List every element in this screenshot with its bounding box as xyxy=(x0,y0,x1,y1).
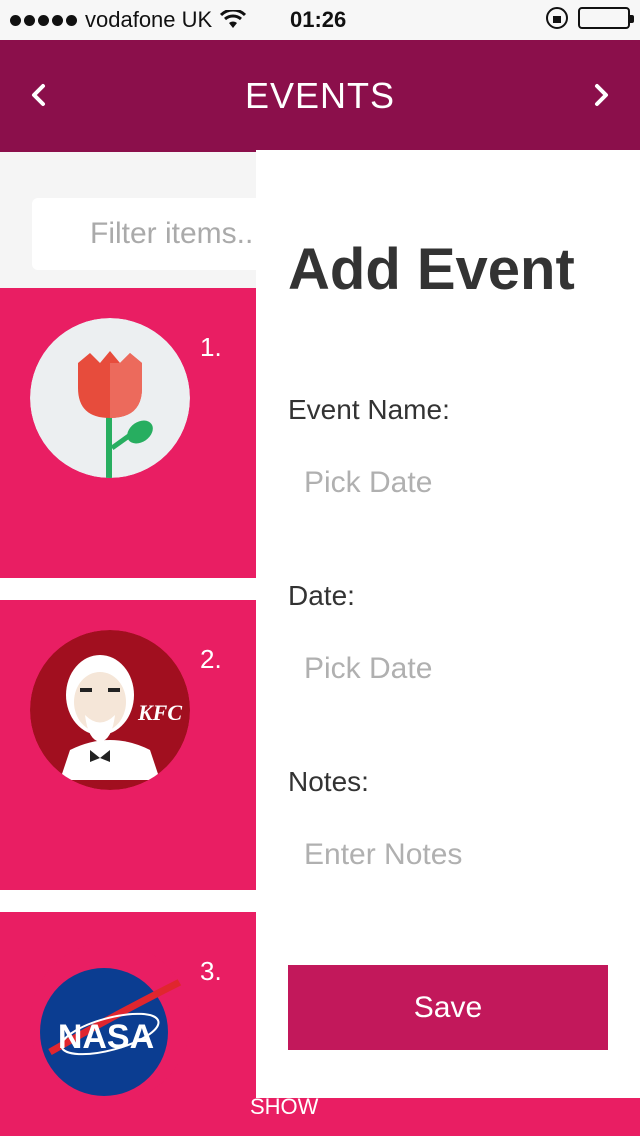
nasa-logo: NASA xyxy=(30,942,190,1102)
signal-icon xyxy=(10,14,77,26)
event-number: 1. xyxy=(200,332,222,362)
event-name-label: Event Name: xyxy=(288,394,450,425)
event-name-field[interactable] xyxy=(288,448,608,518)
tulip-logo xyxy=(30,318,190,478)
status-icons xyxy=(546,7,634,29)
kfc-logo: KFC xyxy=(30,630,190,790)
rotation-lock-icon xyxy=(546,7,568,29)
app-header: EVENTS xyxy=(0,40,640,152)
panel-title: Add Event xyxy=(288,237,575,302)
notes-field[interactable] xyxy=(288,820,608,890)
chevron-right-icon[interactable] xyxy=(586,80,616,110)
clock: 01:26 xyxy=(290,7,347,32)
carrier-group: vodafone UK xyxy=(10,7,247,33)
carrier-name: vodafone UK xyxy=(85,7,213,32)
battery-icon xyxy=(578,7,634,29)
notes-label: Notes: xyxy=(288,766,369,797)
page-title: EVENTS xyxy=(244,75,396,116)
kfc-logo-text: KFC xyxy=(137,700,182,725)
nasa-logo-text: NASA xyxy=(58,1018,154,1056)
event-number: 2. xyxy=(200,644,222,674)
date-label: Date: xyxy=(288,580,355,611)
chevron-left-icon[interactable] xyxy=(24,80,54,110)
save-button[interactable]: Save xyxy=(288,965,608,1050)
status-bar: vodafone UK 01:26 xyxy=(0,0,640,40)
date-field[interactable] xyxy=(288,634,608,704)
event-number: 3. xyxy=(200,956,222,986)
wifi-icon xyxy=(220,10,247,28)
add-event-panel: Add Event Event Name: Date: Notes: Save xyxy=(256,150,640,1098)
